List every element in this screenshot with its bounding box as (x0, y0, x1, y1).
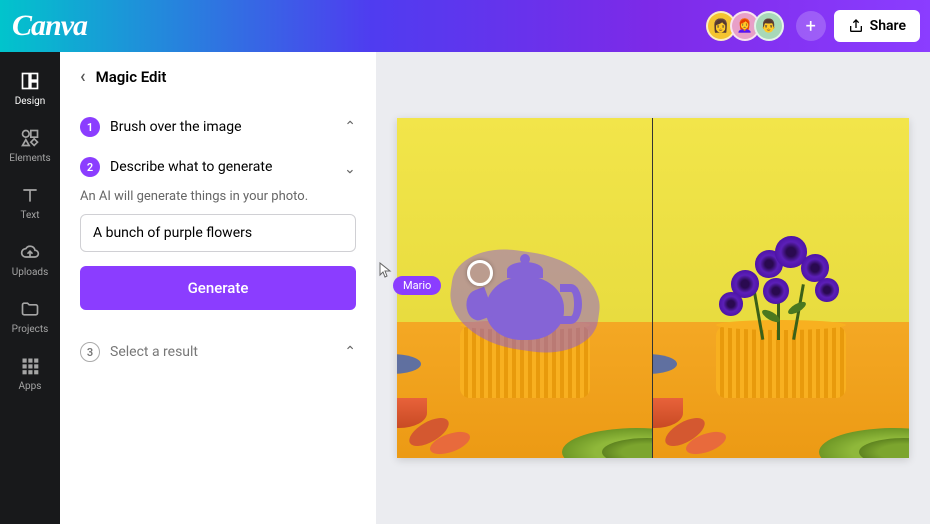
nav-label: Elements (9, 153, 50, 164)
nav-label: Text (20, 210, 39, 221)
topbar: Canva 👩 👩‍🦰 👨 + Share (0, 0, 930, 52)
step-number-badge: 1 (80, 117, 100, 137)
grid-icon (19, 355, 41, 377)
prompt-input[interactable] (80, 214, 356, 252)
folder-icon (19, 298, 41, 320)
collaborator-avatars: 👩 👩‍🦰 👨 (712, 11, 784, 41)
share-button[interactable]: Share (834, 10, 920, 42)
cloud-upload-icon (19, 241, 41, 263)
share-icon (848, 18, 864, 34)
step-describe[interactable]: 2 Describe what to generate ⌃ (80, 147, 356, 187)
generate-button[interactable]: Generate (80, 266, 356, 310)
text-icon (19, 184, 41, 206)
canvas-image-before[interactable] (397, 118, 653, 458)
main: Design Elements Text Uploads Projects Ap… (0, 52, 930, 524)
panel-back-button[interactable]: ‹ Magic Edit (80, 66, 356, 87)
canva-logo[interactable]: Canva (12, 9, 87, 43)
topbar-right: 👩 👩‍🦰 👨 + Share (712, 10, 920, 42)
nav-item-apps[interactable]: Apps (0, 347, 60, 400)
canvas-image-after[interactable] (653, 118, 909, 458)
left-nav: Design Elements Text Uploads Projects Ap… (0, 52, 60, 524)
step-label: Select a result (110, 344, 334, 360)
step-label: Brush over the image (110, 119, 334, 135)
nav-label: Design (15, 96, 46, 107)
chevron-up-icon: ⌃ (344, 119, 356, 135)
nav-item-projects[interactable]: Projects (0, 290, 60, 343)
step-number-badge: 2 (80, 157, 100, 177)
nav-label: Apps (19, 381, 42, 392)
add-collaborator-button[interactable]: + (796, 11, 826, 41)
step-description: An AI will generate things in your photo… (80, 189, 356, 204)
brush-cursor-icon (467, 260, 493, 286)
shapes-icon (19, 127, 41, 149)
nav-label: Uploads (12, 267, 48, 278)
nav-item-text[interactable]: Text (0, 176, 60, 229)
canvas-area[interactable] (376, 52, 930, 524)
magic-edit-panel: ‹ Magic Edit 1 Brush over the image ⌃ 2 … (60, 52, 376, 524)
layout-icon (19, 70, 41, 92)
canvas[interactable] (397, 118, 909, 458)
step-select-result[interactable]: 3 Select a result ⌃ (80, 332, 356, 372)
share-label: Share (870, 18, 906, 34)
chevron-down-icon: ⌃ (344, 159, 356, 175)
step-number-badge: 3 (80, 342, 100, 362)
nav-item-design[interactable]: Design (0, 62, 60, 115)
chevron-up-icon: ⌃ (344, 344, 356, 360)
chevron-left-icon: ‹ (80, 66, 86, 87)
generate-label: Generate (188, 279, 249, 297)
nav-label: Projects (12, 324, 49, 335)
step-label: Describe what to generate (110, 159, 334, 175)
step-brush[interactable]: 1 Brush over the image ⌃ (80, 107, 356, 147)
panel-title: Magic Edit (96, 68, 167, 86)
nav-item-elements[interactable]: Elements (0, 119, 60, 172)
nav-item-uploads[interactable]: Uploads (0, 233, 60, 286)
avatar[interactable]: 👨 (754, 11, 784, 41)
